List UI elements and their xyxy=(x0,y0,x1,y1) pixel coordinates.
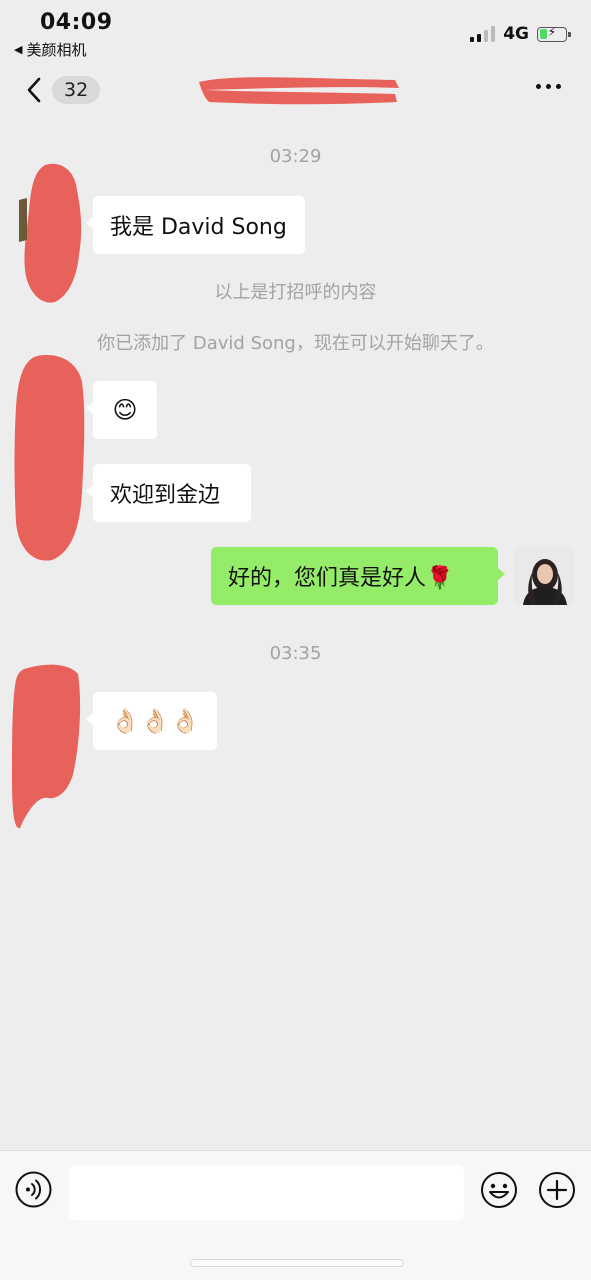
back-button[interactable]: 32 xyxy=(24,76,101,104)
smiley-icon[interactable] xyxy=(480,1171,518,1209)
message-bubble-incoming[interactable]: 😊 xyxy=(86,381,157,439)
chat-input-bar xyxy=(0,1150,591,1280)
message-bubble-incoming[interactable]: 👌🏻👌🏻👌🏻 xyxy=(86,692,217,750)
message-text: 好的，您们真是好人🌹 xyxy=(228,566,454,591)
time-divider: 03:35 xyxy=(269,643,322,664)
ok-hand-emoji: 👌🏻👌🏻👌🏻 xyxy=(110,707,200,735)
status-indicators: 4G ⚡ xyxy=(470,24,571,44)
signal-icon xyxy=(470,26,496,42)
my-avatar[interactable] xyxy=(515,547,573,605)
system-message-greeting: 以上是打招呼的内容 xyxy=(214,282,377,303)
message-text: 欢迎到金边 xyxy=(110,483,221,508)
status-time: 04:09 xyxy=(40,10,113,35)
message-text: 我是 David Song xyxy=(110,215,287,240)
message-bubble-incoming[interactable]: 欢迎到金边 xyxy=(86,464,251,522)
back-triangle-icon: ◀ xyxy=(14,43,23,56)
profile-photo xyxy=(515,547,573,605)
battery-icon: ⚡ xyxy=(537,25,571,42)
smiling-face-emoji: 😊 xyxy=(112,396,138,424)
system-message-added: 你已添加了 David Song，现在可以开始聊天了。 xyxy=(97,333,494,354)
plus-circle-icon[interactable] xyxy=(538,1171,576,1209)
chevron-left-icon xyxy=(27,77,41,103)
redacted-contact-avatar[interactable] xyxy=(8,660,83,832)
redacted-chat-title xyxy=(199,77,399,105)
message-input[interactable] xyxy=(69,1165,464,1220)
unread-count-badge: 32 xyxy=(52,76,101,104)
redacted-contact-avatar[interactable] xyxy=(12,352,87,564)
back-app-label: 美颜相机 xyxy=(26,41,87,59)
status-back-to-app[interactable]: ◀ 美颜相机 xyxy=(14,39,86,60)
message-bubble-outgoing[interactable]: 好的，您们真是好人🌹 xyxy=(211,547,505,605)
more-dots-icon xyxy=(536,84,541,89)
time-divider: 03:29 xyxy=(269,146,322,167)
more-options-button[interactable] xyxy=(536,84,561,89)
network-type: 4G xyxy=(503,24,529,44)
home-indicator[interactable] xyxy=(190,1259,404,1267)
voice-icon[interactable] xyxy=(15,1171,52,1208)
message-bubble-incoming[interactable]: 我是 David Song xyxy=(86,196,305,254)
